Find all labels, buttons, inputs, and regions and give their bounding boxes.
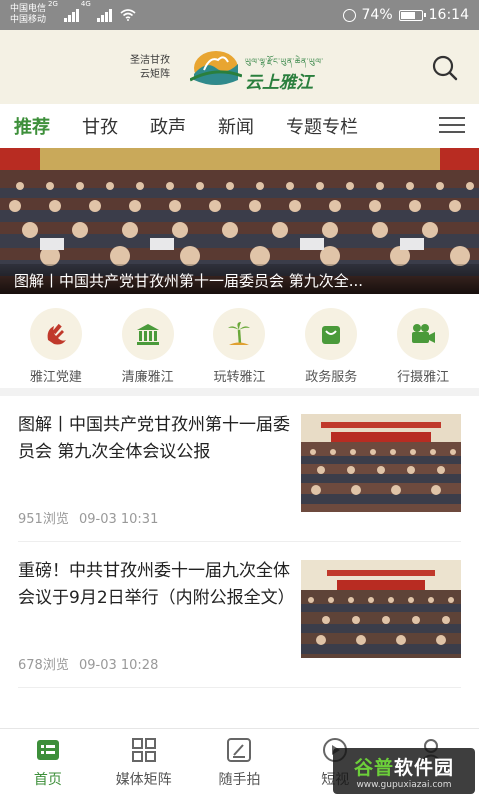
network-type-2: 4G xyxy=(80,0,91,8)
news-item[interactable]: 重磅！中共甘孜州委十一届九次全体会议于9月2日举行（内附公报全文） 678浏览 … xyxy=(18,542,461,688)
watermark-brand-a: 谷普 xyxy=(353,756,394,779)
tabbar-label: 媒体矩阵 xyxy=(115,772,172,788)
tab-news[interactable]: 新闻 xyxy=(218,113,254,139)
news-meta: 951浏览 09-03 10:31 xyxy=(18,508,293,527)
signal-icon xyxy=(96,8,112,22)
palm-tree-icon xyxy=(213,308,266,360)
tab-special[interactable]: 专题专栏 xyxy=(286,113,358,139)
quick-label: 行摄雅江 xyxy=(397,370,450,385)
brand-name: 云上雅江 xyxy=(245,73,313,93)
quick-item-photography[interactable]: 行摄雅江 xyxy=(381,308,465,385)
news-thumbnail xyxy=(301,414,461,512)
quick-label: 雅江党建 xyxy=(29,370,82,385)
tabbar-snapshot[interactable]: 随手拍 xyxy=(194,737,284,798)
slogan: 圣洁甘孜 云矩阵 xyxy=(130,54,170,82)
hero-banner[interactable]: 图解丨中国共产党甘孜州第十一届委员会 第九次全... xyxy=(0,148,479,294)
tabbar-label: 随手拍 xyxy=(218,772,261,788)
watermark-brand-b: 软件园 xyxy=(394,756,455,779)
quick-item-tourism[interactable]: 玩转雅江 xyxy=(197,308,281,385)
quick-access-row: 雅江党建 清廉雅江 玩转雅江 政务服务 行摄雅江 xyxy=(0,294,479,396)
quick-item-gov-service[interactable]: 政务服务 xyxy=(289,308,373,385)
tabbar-media-matrix[interactable]: 媒体矩阵 xyxy=(99,737,189,798)
signal-icon xyxy=(63,8,79,22)
channel-tabs: 推荐 甘孜 政声 新闻 专题专栏 xyxy=(0,104,479,148)
news-title: 重磅！中共甘孜州委十一届九次全体会议于9月2日举行（内附公报全文） xyxy=(18,561,295,608)
tab-recommend[interactable]: 推荐 xyxy=(14,113,50,139)
quick-label: 玩转雅江 xyxy=(213,370,266,385)
wifi-icon xyxy=(120,9,136,21)
hamburger-menu-icon[interactable] xyxy=(439,117,465,135)
slogan-line-2: 云矩阵 xyxy=(140,69,170,80)
quick-label: 政务服务 xyxy=(305,370,358,385)
battery-fill xyxy=(400,11,415,19)
home-icon xyxy=(36,740,59,760)
publish-date: 09-03 10:28 xyxy=(78,658,159,673)
view-count: 951浏览 xyxy=(18,512,69,527)
grid-icon xyxy=(131,738,156,762)
news-thumbnail xyxy=(301,560,461,658)
hero-caption: 图解丨中国共产党甘孜州第十一届委员会 第九次全... xyxy=(0,264,479,294)
alarm-icon xyxy=(342,8,356,22)
shopping-bag-icon xyxy=(305,308,358,360)
news-title: 图解丨中国共产党甘孜州第十一届委员会 第九次全体会议公报 xyxy=(18,415,290,462)
edit-icon xyxy=(227,738,252,762)
carrier-info: 中国电信 中国移动 xyxy=(10,4,46,26)
carrier-2: 中国移动 xyxy=(10,15,47,25)
carrier-1: 中国电信 xyxy=(10,4,47,14)
tab-politics[interactable]: 政声 xyxy=(150,113,186,139)
quick-item-integrity[interactable]: 清廉雅江 xyxy=(106,308,190,385)
tab-ganzi[interactable]: 甘孜 xyxy=(82,113,118,139)
video-camera-icon xyxy=(397,308,450,360)
battery-icon xyxy=(398,9,426,21)
watermark-url: www.gupuxiazai.com xyxy=(356,779,452,790)
logo-icon xyxy=(190,51,242,85)
view-count: 678浏览 xyxy=(18,658,69,673)
building-icon xyxy=(121,308,174,360)
news-item[interactable]: 图解丨中国共产党甘孜州第十一届委员会 第九次全体会议公报 951浏览 09-03… xyxy=(18,396,461,542)
clock: 16:14 xyxy=(428,7,469,23)
app-header: 圣洁甘孜 云矩阵 ཡུལ་ལྷ་རྫོང་ཡུན་ཆེན་ཡུལ་ 云上雅江 xyxy=(0,30,479,104)
battery-percent: 74% xyxy=(361,7,393,23)
quick-item-party-building[interactable]: 雅江党建 xyxy=(14,308,98,385)
site-watermark: 谷普软件园 www.gupuxiazai.com xyxy=(333,748,475,794)
status-bar: 中国电信 中国移动 2G 4G 74% 16:14 xyxy=(0,0,479,30)
network-type-1: 2G xyxy=(48,0,58,8)
slogan-line-1: 圣洁甘孜 xyxy=(130,55,170,66)
news-list: 图解丨中国共产党甘孜州第十一届委员会 第九次全体会议公报 951浏览 09-03… xyxy=(0,396,479,688)
search-icon[interactable] xyxy=(431,54,459,82)
tabbar-home[interactable]: 首页 xyxy=(3,737,93,798)
tabbar-label: 首页 xyxy=(33,772,62,788)
party-emblem-icon xyxy=(29,308,82,360)
news-meta: 678浏览 09-03 10:28 xyxy=(18,654,293,673)
quick-label: 清廉雅江 xyxy=(121,370,174,385)
publish-date: 09-03 10:31 xyxy=(78,512,159,527)
